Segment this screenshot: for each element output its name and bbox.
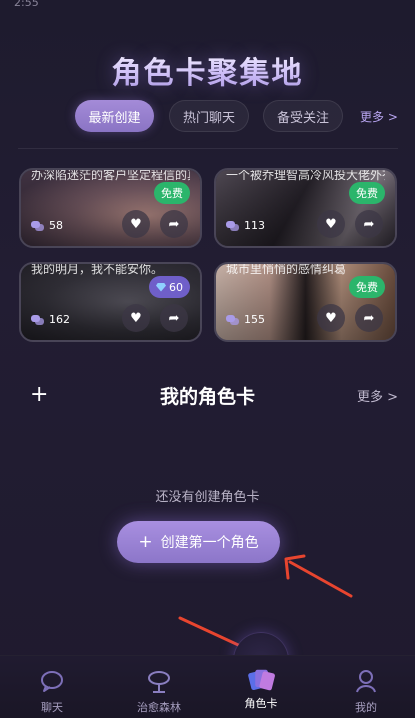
nav-profile[interactable]: 我的 <box>326 656 406 718</box>
tree-icon <box>148 671 170 693</box>
character-card[interactable]: 我的明月，我不能安你。 60 162 ♥ ➦ <box>19 262 202 342</box>
like-button[interactable]: ♥ <box>317 304 345 332</box>
share-button[interactable]: ➦ <box>355 304 383 332</box>
character-card[interactable]: 城市里悄悄的感情纠葛 免费 155 ♥ ➦ <box>214 262 397 342</box>
nav-character-cards-label: 角色卡 <box>244 697 278 710</box>
heart-icon: ♥ <box>130 216 142 232</box>
diamond-icon <box>156 282 166 292</box>
tab-latest[interactable]: 最新创建 <box>75 100 154 132</box>
page-title: 角色卡聚集地 <box>0 48 415 92</box>
share-icon: ➦ <box>363 310 375 326</box>
nav-profile-label: 我的 <box>355 701 377 714</box>
like-button[interactable]: ♥ <box>122 304 150 332</box>
chat-count: 162 <box>31 313 70 326</box>
gem-price-value: 60 <box>169 280 183 294</box>
share-button[interactable]: ➦ <box>355 210 383 238</box>
nav-chat[interactable]: 聊天 <box>12 656 92 718</box>
gem-price-badge: 60 <box>149 276 190 298</box>
status-time: 2:55 <box>14 0 39 9</box>
free-badge: 免费 <box>349 276 385 298</box>
cards-icon <box>248 669 275 691</box>
nav-chat-label: 聊天 <box>41 701 63 714</box>
free-badge: 免费 <box>349 182 385 204</box>
free-badge: 免费 <box>154 182 190 204</box>
nav-healing-forest[interactable]: 治愈森林 <box>119 656 199 718</box>
chat-count-icon <box>31 314 44 325</box>
plus-icon: + <box>138 532 153 552</box>
nav-character-cards[interactable]: 角色卡 <box>221 656 301 718</box>
tab-hot-chat[interactable]: 热门聊天 <box>169 100 249 132</box>
chat-count-icon <box>31 220 44 231</box>
character-card[interactable]: 一个被乔理智高冷风投大佬外衣，实则将深情藏在 免费 113 ♥ ➦ <box>214 168 397 248</box>
profile-icon <box>356 670 376 693</box>
share-icon: ➦ <box>168 310 180 326</box>
heart-icon: ♥ <box>325 310 337 326</box>
heart-icon: ♥ <box>325 216 337 232</box>
chat-count: 113 <box>226 219 265 232</box>
chat-count-icon <box>226 314 239 325</box>
annotation-arrow-icon <box>284 554 353 598</box>
share-icon: ➦ <box>363 216 375 232</box>
bottom-tab-bar: 聊天 治愈森林 角色卡 我的 <box>0 655 415 718</box>
chat-count: 58 <box>31 219 63 232</box>
divider <box>18 148 398 149</box>
share-icon: ➦ <box>168 216 180 232</box>
tabs-more-link[interactable]: 更多 > <box>360 108 398 125</box>
filter-tabs: 最新创建 热门聊天 备受关注 更多 > <box>0 100 415 134</box>
like-button[interactable]: ♥ <box>317 210 345 238</box>
chat-count-value: 155 <box>244 313 265 326</box>
chat-count-value: 113 <box>244 219 265 232</box>
nav-healing-forest-label: 治愈森林 <box>137 701 181 714</box>
share-button[interactable]: ➦ <box>160 304 188 332</box>
heart-icon: ♥ <box>130 310 142 326</box>
create-button-label: 创建第一个角色 <box>160 535 259 551</box>
status-bar: 2:55 <box>0 0 415 22</box>
my-cards-more-link[interactable]: 更多 > <box>357 386 398 405</box>
character-card[interactable]: 办深陷迷茫的客户坚定程信的真心与边界，探索爱 免费 58 ♥ ➦ <box>19 168 202 248</box>
create-first-character-button[interactable]: + 创建第一个角色 <box>117 521 280 563</box>
like-button[interactable]: ♥ <box>122 210 150 238</box>
chat-bubble-icon <box>41 671 63 692</box>
tab-most-followed[interactable]: 备受关注 <box>263 100 343 132</box>
chat-count-value: 58 <box>49 219 63 232</box>
chat-count-icon <box>226 220 239 231</box>
share-button[interactable]: ➦ <box>160 210 188 238</box>
my-cards-title: 我的角色卡 <box>159 386 255 408</box>
chat-count-value: 162 <box>49 313 70 326</box>
empty-state-text: 还没有创建角色卡 <box>155 490 260 505</box>
chat-count: 155 <box>226 313 265 326</box>
